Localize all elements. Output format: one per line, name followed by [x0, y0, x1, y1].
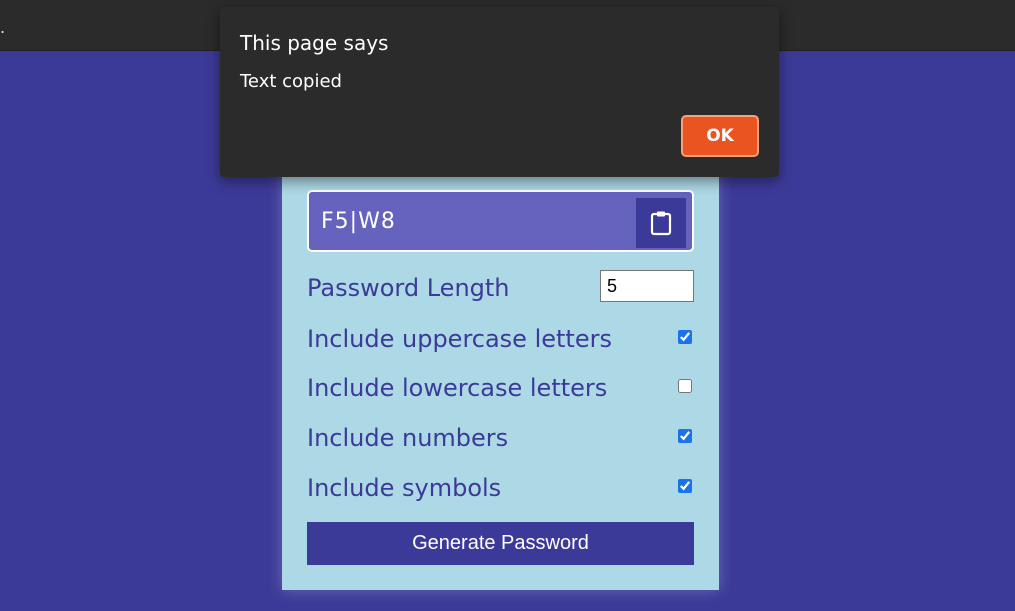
ok-button[interactable]: OK: [681, 115, 759, 157]
lowercase-checkbox[interactable]: [678, 379, 692, 393]
copy-to-clipboard-button[interactable]: [636, 198, 686, 248]
alert-dialog: This page says Text copied OK: [220, 7, 779, 177]
symbols-label: Include symbols: [307, 474, 502, 502]
length-input[interactable]: [600, 270, 694, 302]
clipboard-icon: [650, 211, 672, 236]
generate-password-button[interactable]: Generate Password: [307, 522, 694, 565]
uppercase-label: Include uppercase letters: [307, 325, 612, 353]
numbers-label: Include numbers: [307, 424, 509, 452]
option-row-symbols: Include symbols: [307, 470, 694, 506]
option-row-numbers: Include numbers: [307, 420, 694, 456]
password-result-text: F5|W8: [321, 209, 396, 234]
length-label: Password Length: [307, 274, 510, 302]
option-row-uppercase: Include uppercase letters: [307, 321, 694, 357]
dialog-message: Text copied: [240, 71, 342, 92]
length-row: Password Length: [307, 270, 694, 306]
password-result-box: F5|W8: [307, 190, 694, 252]
symbols-checkbox[interactable]: [678, 479, 692, 493]
lowercase-label: Include lowercase letters: [307, 374, 608, 402]
password-generator-card: F5|W8 Password Length Include uppercase …: [282, 160, 719, 590]
option-row-lowercase: Include lowercase letters: [307, 370, 694, 406]
dialog-title: This page says: [240, 31, 389, 55]
numbers-checkbox[interactable]: [678, 429, 692, 443]
uppercase-checkbox[interactable]: [678, 330, 692, 344]
browser-corner-text: .: [0, 18, 6, 37]
